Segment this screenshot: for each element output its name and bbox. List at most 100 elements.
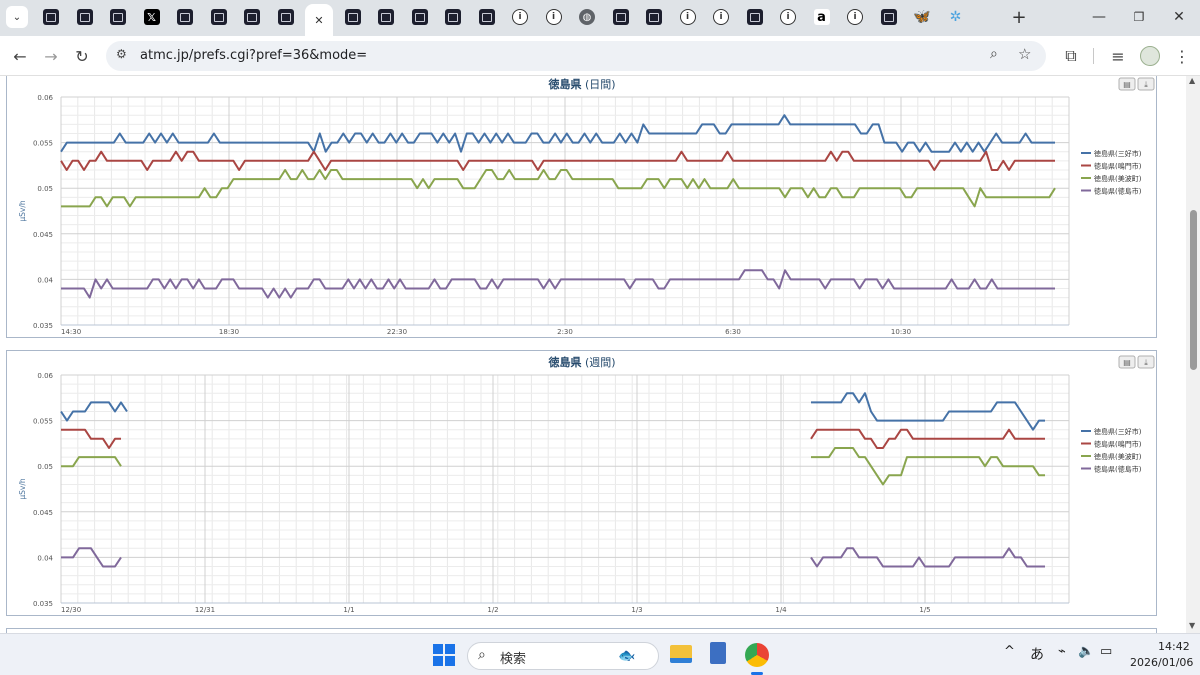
maximize-button[interactable]: ❐ xyxy=(1128,6,1150,28)
arrow-right-icon: → xyxy=(44,46,58,66)
daily-chart: 徳島県 (日間) ▤ ⤓ 0.06 0.055 0.05 0.045 0.04 0.035 μSv… xyxy=(18,77,1155,336)
tab[interactable] xyxy=(643,6,665,28)
tab-active[interactable]: ✕ xyxy=(305,4,333,36)
printer-icon: ▤ xyxy=(1123,80,1131,89)
tab[interactable] xyxy=(610,6,632,28)
x-tick-label: 1/1 xyxy=(343,606,354,614)
tab[interactable] xyxy=(241,6,263,28)
windows-logo-quad xyxy=(445,644,455,654)
x-tick-label: 18:30 xyxy=(219,328,239,336)
scrollbar-thumb[interactable] xyxy=(1190,210,1197,370)
extensions-button[interactable]: ⧉ xyxy=(1059,44,1083,68)
legend-item: 徳島県(鳴門市) xyxy=(1094,162,1142,171)
x-tick-label: 1/3 xyxy=(631,606,642,614)
tab[interactable] xyxy=(174,6,196,28)
url-text[interactable]: atmc.jp/prefs.cgi?pref=36&mode= xyxy=(140,48,367,63)
tab[interactable] xyxy=(107,6,129,28)
sparkle-icon: ✲ xyxy=(949,9,962,25)
circle-i-icon: i xyxy=(679,9,696,25)
legend-item: 徳島県(美波町) xyxy=(1094,174,1142,183)
taskbar-search-placeholder: 検索 xyxy=(500,652,527,667)
circle-i-icon: i xyxy=(713,9,729,25)
forward-button[interactable]: → xyxy=(39,44,63,68)
close-window-button[interactable]: ✕ xyxy=(1168,6,1190,28)
series-line xyxy=(61,456,122,468)
tab[interactable]: i xyxy=(844,6,866,28)
butterfly-icon: 🦋 xyxy=(913,9,931,25)
reload-button[interactable]: ↻ xyxy=(70,44,94,68)
tab[interactable] xyxy=(275,6,297,28)
tab[interactable]: i xyxy=(543,6,565,28)
page-scrollbar[interactable]: ▲ ▼ xyxy=(1186,76,1200,633)
ime-indicator[interactable]: あ xyxy=(1030,644,1044,664)
start-button[interactable] xyxy=(433,644,455,666)
tab[interactable] xyxy=(476,6,498,28)
taskbar-search-box[interactable]: ⌕ 検索 🐟 xyxy=(467,642,659,670)
tab[interactable]: 🦋 xyxy=(911,6,933,28)
address-bar[interactable]: ⚙ atmc.jp/prefs.cgi?pref=36&mode= ⌕ ☆ xyxy=(106,41,1046,71)
bookmark-star-icon[interactable]: ☆ xyxy=(1018,45,1031,63)
dark-app-icon xyxy=(244,9,260,25)
tab[interactable]: i xyxy=(710,6,732,28)
tab[interactable] xyxy=(342,6,364,28)
clock-date[interactable]: 2026/01/06 xyxy=(1130,656,1193,669)
media-controls-button[interactable]: ≡ xyxy=(1106,44,1130,68)
tab[interactable] xyxy=(442,6,464,28)
series-line xyxy=(60,150,1055,171)
tab[interactable]: ✲ xyxy=(945,6,967,28)
chart-title: 徳島県 (週間) xyxy=(547,355,615,369)
dark-app-icon xyxy=(210,9,227,25)
back-button[interactable]: ← xyxy=(8,44,32,68)
tab[interactable] xyxy=(375,6,397,28)
scroll-down-icon[interactable]: ▼ xyxy=(1189,621,1195,630)
playlist-icon: ≡ xyxy=(1111,46,1125,66)
dark-app-icon xyxy=(445,9,461,25)
y-tick-label: 0.06 xyxy=(37,372,53,380)
scroll-up-icon[interactable]: ▲ xyxy=(1189,76,1195,85)
menu-button[interactable]: ⋮ xyxy=(1170,44,1194,68)
x-tick-label: 2:30 xyxy=(557,328,573,336)
tab[interactable] xyxy=(409,6,431,28)
tab[interactable]: a xyxy=(811,6,833,28)
weekly-chart-panel: 徳島県 (週間) ▤ ⤓ 0.06 0.055 0.05 0.045 0.04 0.035 μSv… xyxy=(6,350,1157,616)
tab[interactable] xyxy=(878,6,900,28)
chrome-taskbar-icon[interactable] xyxy=(745,643,769,667)
dark-app-icon xyxy=(76,9,93,25)
legend-item: 徳島県(美波町) xyxy=(1094,452,1142,461)
tab[interactable] xyxy=(74,6,96,28)
site-settings-icon[interactable]: ⚙ xyxy=(116,47,127,61)
legend-item: 徳島県(三好市) xyxy=(1094,427,1142,436)
dark-app-icon xyxy=(646,9,662,25)
minimize-button[interactable]: — xyxy=(1088,6,1110,28)
circle-i-icon: i xyxy=(847,9,863,25)
network-icon[interactable]: ⌁ xyxy=(1058,644,1066,659)
y-tick-label: 0.05 xyxy=(37,185,53,193)
chevron-up-icon[interactable]: ^ xyxy=(1004,644,1015,659)
new-tab-button[interactable]: + xyxy=(1008,6,1030,28)
tab[interactable]: i xyxy=(777,6,799,28)
zoom-icon[interactable]: ⌕ xyxy=(990,46,998,62)
volume-icon[interactable]: 🔈 xyxy=(1078,644,1094,659)
tab[interactable]: 𝕏 xyxy=(141,6,163,28)
profile-button[interactable] xyxy=(1138,44,1162,68)
tab[interactable]: i xyxy=(509,6,531,28)
y-tick-label: 0.055 xyxy=(33,140,53,148)
tab[interactable]: ◍ xyxy=(576,6,598,28)
weekly-chart: 徳島県 (週間) ▤ ⤓ 0.06 0.055 0.05 0.045 0.04 0.035 μSv… xyxy=(18,355,1155,614)
tab-search-dropdown-button[interactable]: ⌄ xyxy=(6,6,28,28)
y-tick-label: 0.04 xyxy=(37,554,53,562)
windows-logo-icon xyxy=(433,644,443,654)
clock-time[interactable]: 14:42 xyxy=(1158,640,1190,653)
tab[interactable] xyxy=(40,6,62,28)
y-tick-label: 0.05 xyxy=(37,463,53,471)
notepad-taskbar-icon[interactable] xyxy=(710,642,726,664)
battery-icon[interactable]: ▭ xyxy=(1100,644,1112,659)
windows-logo-quad xyxy=(445,656,455,666)
tab[interactable] xyxy=(744,6,766,28)
legend-item: 徳島県(三好市) xyxy=(1094,149,1142,158)
x-tick-label: 1/4 xyxy=(775,606,787,614)
file-explorer-taskbar-icon[interactable] xyxy=(670,645,692,663)
tab[interactable] xyxy=(208,6,230,28)
legend-item: 徳島県(鳴門市) xyxy=(1094,440,1142,449)
tab[interactable]: i xyxy=(677,6,699,28)
